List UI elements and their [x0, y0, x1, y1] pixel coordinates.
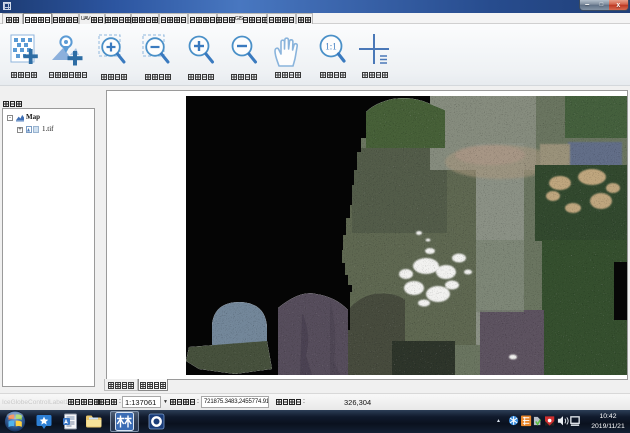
svg-text:1:1: 1:1 — [325, 42, 337, 52]
